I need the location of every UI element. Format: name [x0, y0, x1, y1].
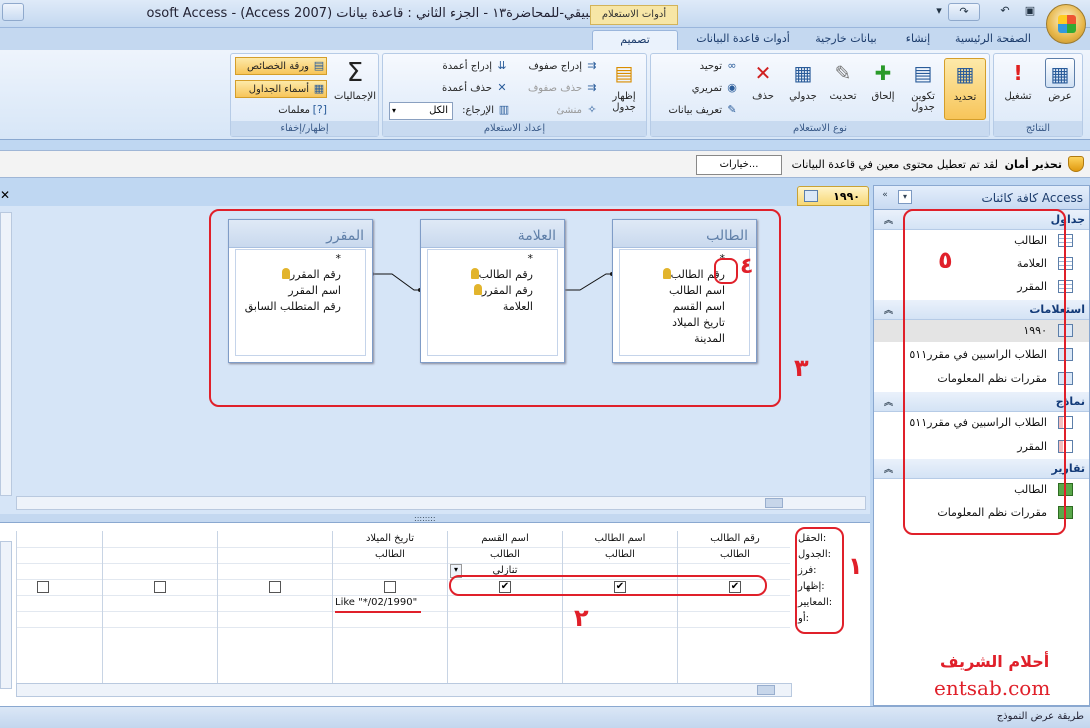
- grid-column-5[interactable]: [217, 531, 332, 691]
- grid-column-6[interactable]: [102, 531, 217, 691]
- status-bar: طريقة عرض النموذج: [0, 706, 1090, 728]
- annotation-box-4: [714, 258, 738, 284]
- grid-scroll-thumb[interactable]: [757, 685, 775, 695]
- show-checkbox[interactable]: [384, 581, 396, 593]
- grid-column-7[interactable]: [16, 531, 102, 691]
- annotation-box-3: [209, 209, 781, 407]
- grid-column-1[interactable]: رقم الطالب الطالب ✔: [677, 531, 792, 691]
- criteria-cell[interactable]: Like "*/02/1990": [333, 595, 447, 611]
- brand-name: أحلام الشريف: [940, 652, 1050, 671]
- show-checkbox[interactable]: [154, 581, 166, 593]
- pane-splitter[interactable]: ::::::::: [0, 514, 870, 523]
- query-design-grid: الحقل: الجدول: فرز: إظهار: المعايير: أو:…: [0, 522, 870, 706]
- annotation-box-1: [795, 527, 844, 634]
- office-button[interactable]: [1046, 4, 1086, 44]
- annotation-number-1: ١: [848, 552, 863, 580]
- status-text: طريقة عرض النموذج: [996, 711, 1084, 722]
- annotation-number-3: ٣: [794, 354, 809, 382]
- grid-horizontal-scrollbar[interactable]: [16, 683, 792, 697]
- show-checkbox[interactable]: [269, 581, 281, 593]
- show-checkbox[interactable]: [37, 581, 49, 593]
- brand-site: entsab.com: [934, 676, 1051, 700]
- office-logo-icon: [1058, 15, 1076, 33]
- annotation-number-4: ٤: [740, 254, 754, 279]
- grid-column-4[interactable]: تاريخ الميلاد الطالب Like "*/02/1990": [332, 531, 447, 691]
- annotation-number-2: ٢: [574, 604, 589, 632]
- grid-column-3[interactable]: اسم القسم الطالب تنازلي ▾ ✔: [447, 531, 562, 691]
- annotation-box-show: [449, 575, 767, 596]
- grid-vertical-scrollbar[interactable]: [0, 541, 12, 689]
- criteria-underline: [335, 611, 421, 613]
